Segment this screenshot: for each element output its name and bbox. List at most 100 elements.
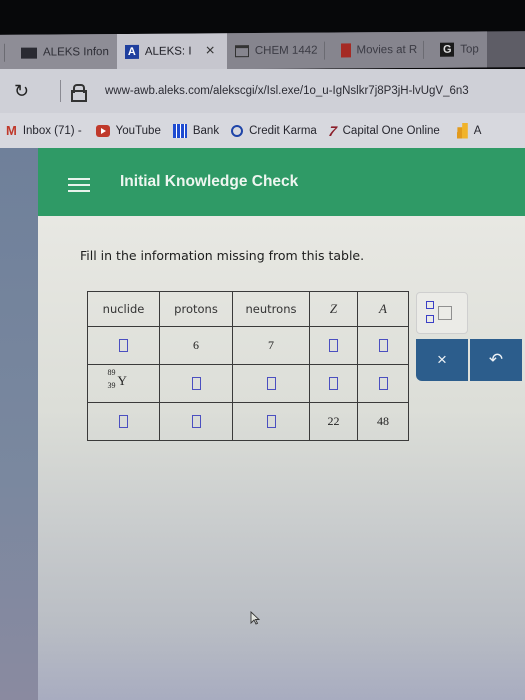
nuclide-symbol: 89 39 Y	[108, 368, 140, 394]
address-divider	[60, 80, 61, 102]
superscript-subscript-template-button[interactable]	[416, 292, 468, 334]
bookmarks-bar: M Inbox (71) - YouTube Bank Credit Karma…	[0, 113, 525, 148]
question-prompt: Fill in the information missing from thi…	[80, 248, 365, 263]
z-cell	[309, 326, 358, 365]
header-neutrons: neutrons	[232, 291, 310, 327]
mass-number: 89	[107, 368, 116, 377]
bookmark-bank[interactable]: Bank	[172, 123, 220, 138]
tab-label: ALEKS: I	[144, 45, 192, 58]
z-cell	[309, 364, 358, 403]
bookmark-gmail[interactable]: M Inbox (71) -	[6, 123, 82, 138]
table-row: 22 48	[87, 402, 409, 441]
neutrons-answer-box[interactable]	[266, 377, 276, 391]
hamburger-menu-icon[interactable]	[68, 178, 90, 192]
atomic-number: 39	[107, 381, 116, 390]
nuclide-answer-box[interactable]	[119, 339, 128, 353]
nuclide-table: nuclide protons neutrons Z A 6 7 89 39 Y	[87, 291, 409, 441]
bookmark-label: YouTube	[115, 124, 161, 137]
nuclide-cell: 89 39 Y	[87, 364, 160, 403]
neutrons-answer-box[interactable]	[266, 415, 276, 429]
tab-label: Movies at R	[356, 43, 418, 57]
table-row: 6 7	[87, 326, 409, 365]
z-answer-box[interactable]	[329, 339, 338, 353]
g-icon: G	[440, 42, 455, 57]
bookmark-youtube[interactable]: YouTube	[95, 124, 161, 137]
z-answer-box[interactable]	[329, 377, 338, 391]
header-nuclide: nuclide	[87, 291, 160, 327]
tab-top[interactable]: G Top	[432, 31, 487, 68]
protons-cell	[159, 364, 233, 403]
tab-movies[interactable]: Movies at R	[332, 31, 433, 69]
bookmark-label: Credit Karma	[249, 124, 317, 137]
table-row: 89 39 Y	[87, 364, 409, 403]
browser-tab-bar: ALEKS Infon A ALEKS: I × CHEM 1442 Movie…	[0, 31, 525, 71]
youtube-icon	[95, 124, 110, 137]
tab-label: ALEKS Infon	[43, 46, 109, 59]
neutrons-cell: 7	[232, 326, 310, 365]
movies-icon	[340, 43, 351, 58]
base-box-icon	[438, 306, 452, 320]
tab-separator	[4, 43, 5, 62]
close-icon: ×	[437, 350, 447, 369]
page-title: Initial Knowledge Check	[120, 173, 299, 190]
tab-separator	[323, 41, 325, 60]
tab-chem-1442[interactable]: CHEM 1442	[226, 32, 333, 70]
bookmark-capital-one[interactable]: 7 Capital One Online	[325, 122, 440, 139]
aleks-icon: A	[124, 44, 139, 59]
tab-previous-edge[interactable]	[0, 34, 13, 71]
close-tab-icon[interactable]: ×	[206, 42, 215, 60]
window-icon	[234, 45, 249, 58]
answer-action-bar: × ↶	[416, 339, 525, 381]
tab-label: CHEM 1442	[254, 44, 318, 58]
a-answer-box[interactable]	[378, 339, 388, 353]
protons-answer-box[interactable]	[191, 415, 201, 429]
bookmark-credit-karma[interactable]: Credit Karma	[231, 124, 317, 137]
aleks-info-icon	[21, 47, 37, 59]
reload-icon[interactable]: ↻	[14, 80, 36, 102]
tab-aleks-info[interactable]: ALEKS Infon	[13, 34, 117, 71]
bookmark-label: A	[473, 124, 482, 137]
screen-bezel	[0, 0, 525, 36]
lock-icon	[71, 84, 87, 102]
left-edge-panel	[0, 148, 38, 700]
protons-answer-box[interactable]	[191, 377, 201, 391]
superscript-box-icon	[426, 301, 434, 309]
bookmark-label: Inbox (71) -	[22, 124, 82, 137]
header-z: Z	[309, 291, 358, 327]
tab-separator	[423, 40, 425, 59]
credit-karma-icon	[231, 124, 244, 137]
undo-icon: ↶	[488, 350, 504, 369]
subscript-box-icon	[426, 315, 434, 323]
z-cell: 22	[309, 402, 358, 441]
a-cell	[357, 326, 409, 365]
mouse-cursor-icon	[250, 611, 260, 625]
a-answer-box[interactable]	[378, 377, 388, 391]
protons-cell	[159, 402, 233, 441]
undo-button[interactable]: ↶	[470, 339, 522, 381]
nuclide-cell	[87, 326, 160, 365]
nuclide-answer-box[interactable]	[119, 415, 128, 429]
protons-cell: 6	[159, 326, 233, 365]
clear-button[interactable]: ×	[416, 339, 468, 381]
tab-aleks-active[interactable]: A ALEKS: I ×	[116, 33, 227, 71]
neutrons-cell	[232, 402, 310, 441]
header-protons: protons	[159, 291, 233, 327]
address-bar: ↻ www-awb.aleks.com/alekscgi/x/Isl.exe/1…	[0, 69, 525, 113]
nuclide-cell	[87, 402, 160, 441]
neutrons-cell	[232, 364, 310, 403]
aleks-page: Initial Knowledge Check Fill in the info…	[0, 148, 525, 700]
bookmark-label: Capital One Online	[342, 124, 440, 137]
tab-label: Top	[460, 43, 479, 56]
a-cell	[357, 364, 409, 403]
app-header: Initial Knowledge Check	[38, 148, 525, 216]
url-field[interactable]: www-awb.aleks.com/alekscgi/x/Isl.exe/1o_…	[105, 85, 469, 97]
a-cell: 48	[357, 402, 409, 441]
table-header-row: nuclide protons neutrons Z A	[87, 291, 409, 327]
bookmark-analytics[interactable]: A	[451, 122, 482, 139]
element-symbol: Y	[117, 373, 127, 388]
header-a: A	[357, 291, 409, 327]
bank-icon	[172, 123, 187, 138]
capital-one-icon: 7	[325, 122, 340, 139]
bookmark-label: Bank	[192, 124, 220, 137]
question-area: Fill in the information missing from thi…	[38, 216, 525, 700]
